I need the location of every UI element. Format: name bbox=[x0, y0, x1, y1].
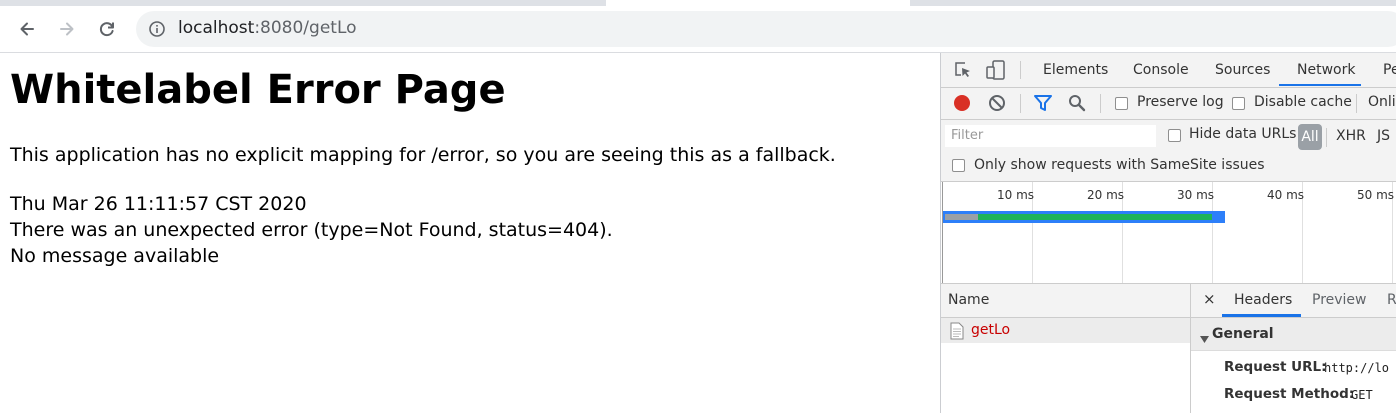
hide-data-urls-checkbox[interactable] bbox=[1168, 129, 1181, 142]
tick-label: 50 ms bbox=[1357, 188, 1395, 202]
name-column-header[interactable]: Name bbox=[941, 284, 1190, 318]
throttling-select[interactable]: Onli bbox=[1368, 94, 1396, 110]
filter-input[interactable]: Filter bbox=[945, 125, 1156, 147]
search-icon[interactable] bbox=[1068, 94, 1086, 116]
disable-cache-checkbox[interactable] bbox=[1232, 97, 1245, 110]
close-details-button[interactable]: × bbox=[1203, 290, 1216, 308]
separator bbox=[1020, 94, 1021, 113]
disable-cache-label: Disable cache bbox=[1254, 94, 1352, 110]
separator bbox=[1020, 61, 1021, 79]
document-icon bbox=[950, 322, 964, 344]
inspect-element-icon[interactable] bbox=[953, 60, 973, 84]
tab-headers[interactable]: Headers bbox=[1234, 292, 1292, 308]
general-section-title: General bbox=[1212, 326, 1274, 342]
active-tab-indicator bbox=[1222, 314, 1301, 317]
devtools-panel: Elements Console Sources Network Pe Pres… bbox=[940, 53, 1396, 413]
filter-bar: Filter Hide data URLs All XHR JS Only sh… bbox=[941, 120, 1396, 182]
address-bar[interactable]: localhost:8080/getLo bbox=[136, 11, 1396, 47]
timeline-overview[interactable]: 10 ms 20 ms 30 ms 40 ms 50 ms bbox=[941, 182, 1396, 284]
tab-elements[interactable]: Elements bbox=[1043, 62, 1108, 78]
url-host: localhost bbox=[178, 18, 255, 38]
filter-icon[interactable] bbox=[1033, 94, 1053, 116]
page-content: Whitelabel Error Page This application h… bbox=[0, 53, 940, 413]
active-tab-indicator bbox=[1279, 84, 1361, 86]
url-path: :8080/getLo bbox=[254, 18, 357, 38]
request-waiting-bar bbox=[945, 214, 978, 220]
request-download-bar bbox=[978, 214, 1212, 220]
request-url-key: Request URL: bbox=[1224, 359, 1327, 375]
general-section-header[interactable]: General bbox=[1191, 318, 1396, 351]
filter-js-button[interactable]: JS bbox=[1377, 128, 1390, 144]
tab-console[interactable]: Console bbox=[1133, 62, 1189, 78]
tab-preview[interactable]: Preview bbox=[1312, 292, 1367, 308]
tick-label: 40 ms bbox=[1267, 188, 1305, 202]
details-tab-bar: × Headers Preview R bbox=[1191, 284, 1396, 318]
site-info-icon[interactable] bbox=[148, 20, 166, 42]
filter-all-button[interactable]: All bbox=[1298, 124, 1322, 150]
filter-xhr-button[interactable]: XHR bbox=[1336, 128, 1366, 144]
separator bbox=[1326, 128, 1327, 147]
forward-arrow-icon bbox=[60, 22, 74, 36]
device-toolbar-icon[interactable] bbox=[985, 59, 1007, 85]
request-method-key: Request Method: bbox=[1224, 386, 1355, 402]
error-details: Thu Mar 26 11:11:57 CST 2020 There was a… bbox=[10, 191, 613, 269]
error-message: No message available bbox=[10, 245, 220, 267]
request-method-value: GET bbox=[1351, 388, 1373, 402]
url-text: localhost:8080/getLo bbox=[178, 18, 357, 38]
back-button[interactable] bbox=[12, 14, 42, 44]
record-icon[interactable] bbox=[953, 94, 971, 116]
reload-icon bbox=[99, 22, 114, 37]
error-type-line: There was an unexpected error (type=Not … bbox=[10, 219, 613, 241]
browser-toolbar: localhost:8080/getLo bbox=[0, 6, 1396, 53]
tab-response[interactable]: R bbox=[1387, 292, 1396, 308]
tab-performance[interactable]: Pe bbox=[1383, 62, 1396, 78]
page-title: Whitelabel Error Page bbox=[10, 67, 506, 113]
tab-sources[interactable]: Sources bbox=[1215, 62, 1270, 78]
gridline bbox=[942, 182, 943, 283]
tick-label: 20 ms bbox=[1087, 188, 1125, 202]
triangle-down-icon bbox=[1200, 329, 1209, 348]
request-list: Name getLo bbox=[941, 284, 1191, 413]
tick-label: 10 ms bbox=[997, 188, 1035, 202]
back-arrow-icon bbox=[20, 22, 34, 36]
request-row[interactable]: getLo bbox=[941, 318, 1190, 343]
preserve-log-checkbox[interactable] bbox=[1115, 97, 1128, 110]
reload-button[interactable] bbox=[92, 14, 122, 44]
hide-data-urls-label: Hide data URLs bbox=[1189, 126, 1297, 142]
tab-network[interactable]: Network bbox=[1297, 62, 1355, 78]
network-toolbar: Preserve log Disable cache Onli bbox=[941, 88, 1396, 120]
preserve-log-label: Preserve log bbox=[1137, 94, 1224, 110]
error-timestamp: Thu Mar 26 11:11:57 CST 2020 bbox=[10, 193, 307, 215]
forward-button[interactable] bbox=[52, 14, 82, 44]
devtools-tab-bar: Elements Console Sources Network Pe bbox=[941, 53, 1396, 88]
request-name: getLo bbox=[971, 322, 1011, 338]
samesite-label: Only show requests with SameSite issues bbox=[974, 157, 1265, 173]
request-details: × Headers Preview R General Request URL:… bbox=[1191, 284, 1396, 413]
clear-icon[interactable] bbox=[988, 94, 1006, 116]
fallback-message: This application has no explicit mapping… bbox=[10, 144, 836, 166]
request-url-value: http://lo bbox=[1324, 361, 1390, 375]
tick-label: 30 ms bbox=[1177, 188, 1215, 202]
samesite-checkbox[interactable] bbox=[952, 159, 965, 172]
separator bbox=[1356, 94, 1357, 113]
separator bbox=[1100, 94, 1101, 113]
name-column-label: Name bbox=[948, 292, 990, 308]
